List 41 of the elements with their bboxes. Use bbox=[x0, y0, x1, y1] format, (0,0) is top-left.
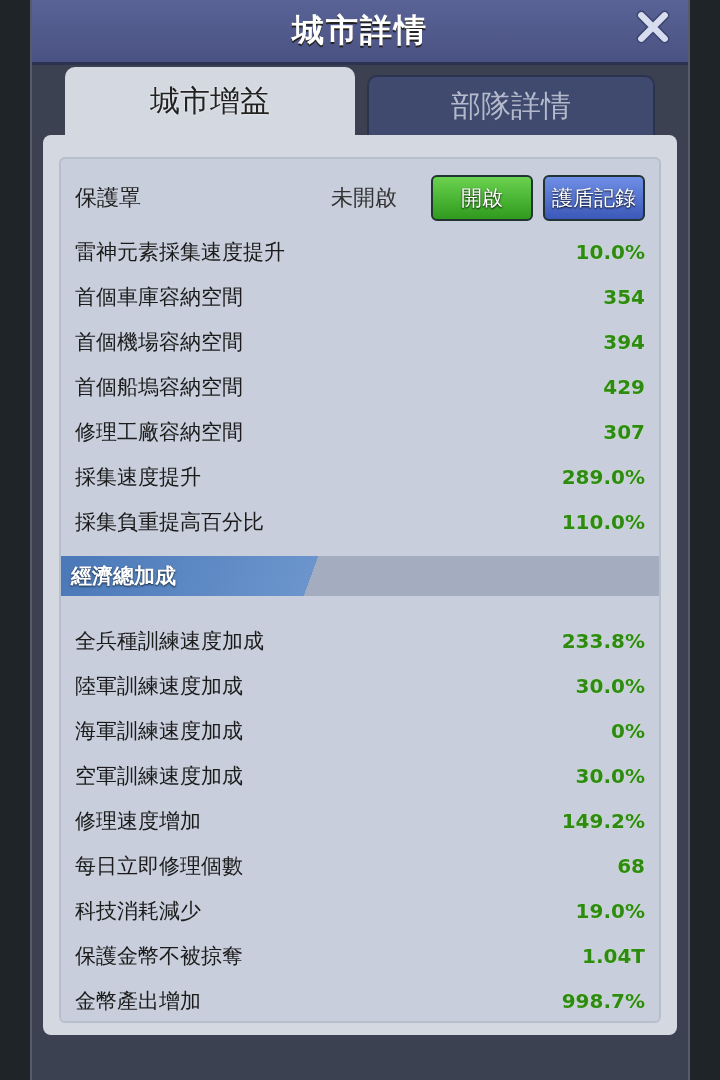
shield-label: 保護罩 bbox=[75, 184, 142, 212]
stat-value: 0% bbox=[611, 718, 645, 743]
stat-value: 110.0% bbox=[561, 509, 645, 534]
close-icon[interactable] bbox=[636, 10, 670, 44]
stat-label: 陸軍訓練速度加成 bbox=[75, 672, 243, 700]
stat-value: 68 bbox=[617, 853, 645, 878]
stat-value: 30.0% bbox=[575, 673, 645, 698]
stat-label: 首個車庫容納空間 bbox=[75, 283, 243, 311]
stat-value: 429 bbox=[603, 374, 645, 399]
stat-value: 19.0% bbox=[575, 898, 645, 923]
stat-label: 保護金幣不被掠奪 bbox=[75, 942, 243, 970]
tab[interactable]: 部隊詳情 bbox=[367, 75, 655, 135]
stat-value: 307 bbox=[603, 419, 645, 444]
record-button[interactable]: 護盾記錄 bbox=[543, 175, 645, 221]
stat-value: 1.04T bbox=[582, 943, 645, 968]
stat-label: 修理工廠容納空間 bbox=[75, 418, 243, 446]
stat-value: 149.2% bbox=[561, 808, 645, 833]
window-title: 城市詳情 bbox=[292, 10, 428, 51]
stat-label: 修理速度增加 bbox=[75, 807, 201, 835]
stat-label: 採集負重提高百分比 bbox=[75, 508, 264, 536]
stat-label: 首個機場容納空間 bbox=[75, 328, 243, 356]
stat-value: 30.0% bbox=[575, 763, 645, 788]
stat-label: 科技消耗減少 bbox=[75, 897, 201, 925]
stat-label: 全兵種訓練速度加成 bbox=[75, 627, 264, 655]
stat-value: 233.8% bbox=[561, 628, 645, 653]
enable-button[interactable]: 開啟 bbox=[431, 175, 533, 221]
section-title: 經濟總加成 bbox=[71, 563, 176, 590]
stat-label: 海軍訓練速度加成 bbox=[75, 717, 243, 745]
stat-label: 首個船塢容納空間 bbox=[75, 373, 243, 401]
shield-status: 未開啟 bbox=[331, 184, 397, 212]
stat-value: 394 bbox=[603, 329, 645, 354]
stat-value: 998.7% bbox=[561, 988, 645, 1013]
stat-label: 每日立即修理個數 bbox=[75, 852, 243, 880]
stat-value: 289.0% bbox=[561, 464, 645, 489]
stat-label: 金幣產出增加 bbox=[75, 987, 201, 1015]
stat-label: 雷神元素採集速度提升 bbox=[75, 238, 285, 266]
stat-value: 10.0% bbox=[575, 239, 645, 264]
tab[interactable]: 城市增益 bbox=[65, 67, 355, 135]
stat-label: 採集速度提升 bbox=[75, 463, 201, 491]
stat-value: 354 bbox=[603, 284, 645, 309]
stat-label: 空軍訓練速度加成 bbox=[75, 762, 243, 790]
